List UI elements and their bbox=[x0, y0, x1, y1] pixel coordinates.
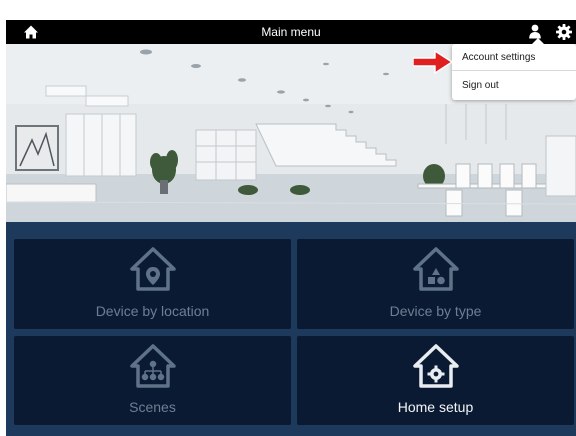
tile-label: Device by type bbox=[389, 303, 482, 319]
home-setup-tile[interactable]: Home setup bbox=[297, 336, 574, 425]
tile-label: Device by location bbox=[95, 303, 210, 319]
account-dropdown-menu: Account settings Sign out bbox=[452, 38, 576, 100]
gear-icon[interactable] bbox=[555, 23, 573, 41]
tile-label: Home setup bbox=[397, 399, 474, 415]
house-gear-icon bbox=[412, 344, 459, 393]
scenes-tile[interactable]: Scenes bbox=[14, 336, 291, 425]
tile-label: Scenes bbox=[129, 399, 176, 415]
device-by-location-tile[interactable]: Device by location bbox=[14, 239, 291, 329]
red-arrow-icon bbox=[412, 50, 453, 74]
device-by-type-tile[interactable]: Device by type bbox=[297, 239, 574, 329]
account-settings-menu-item[interactable]: Account settings bbox=[452, 44, 576, 71]
house-device-type-icon bbox=[412, 247, 459, 296]
house-location-pin-icon bbox=[129, 247, 176, 296]
page-title: Main menu bbox=[261, 25, 321, 39]
sign-out-menu-item[interactable]: Sign out bbox=[452, 72, 576, 99]
menu-tiles: Device by location Device by type Scenes… bbox=[6, 222, 576, 436]
top-bar: Main menu bbox=[6, 20, 576, 44]
house-scenes-icon bbox=[129, 344, 176, 393]
